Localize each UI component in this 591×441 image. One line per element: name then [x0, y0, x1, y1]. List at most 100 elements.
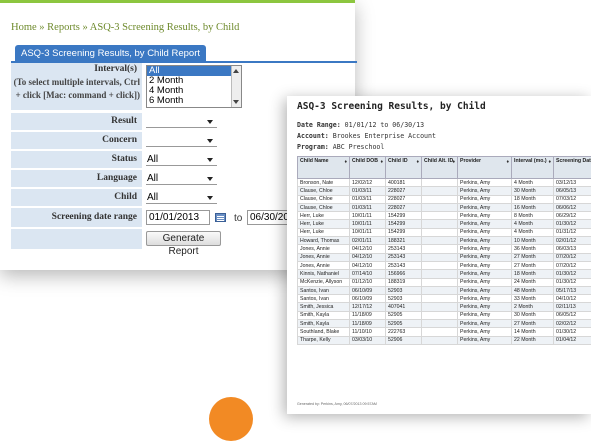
chevron-down-icon [207, 139, 213, 143]
table-cell: Perkins, Amy [458, 278, 512, 286]
table-row: Clause, Chloe01/03/11228027Perkins, Amy1… [298, 195, 591, 203]
column-header[interactable]: Child ID♦ [386, 157, 422, 179]
table-cell: Southland, Blake [298, 328, 350, 336]
table-cell: 2 Month [512, 303, 554, 311]
table-header-row: Child Name♦Child DOB♦Child ID♦Child Alt.… [298, 157, 591, 179]
sort-icon[interactable]: ♦ [452, 159, 455, 165]
table-cell: 27 Month [512, 253, 554, 261]
sort-icon[interactable]: ♦ [416, 159, 419, 165]
table-cell: 36 Month [512, 245, 554, 253]
table-cell: 03/03/10 [350, 336, 386, 344]
column-header[interactable]: Child DOB♦ [350, 157, 386, 179]
table-cell [422, 295, 458, 303]
table-cell: Clause, Chloe [298, 203, 350, 211]
table-cell [422, 278, 458, 286]
scroll-down-icon[interactable] [233, 100, 239, 104]
interval-listbox[interactable]: All 2 Month 4 Month 6 Month [146, 65, 242, 108]
table-cell: 11/18/09 [350, 311, 386, 319]
table-cell [422, 245, 458, 253]
table-cell: 228027 [386, 195, 422, 203]
interval-option[interactable]: 6 Month [147, 96, 241, 106]
column-header[interactable]: Interval (mo.)♦ [512, 157, 554, 179]
table-cell: 24 Month [512, 278, 554, 286]
report-account: Account: Brookes Enterprise Account [297, 132, 436, 140]
table-cell [422, 237, 458, 245]
table-cell: 18 Month [512, 270, 554, 278]
table-cell [422, 203, 458, 211]
account-value: Brookes Enterprise Account [333, 132, 436, 140]
sort-icon[interactable]: ♦ [548, 159, 551, 165]
table-cell: 4 Month [512, 220, 554, 228]
listbox-scrollbar[interactable] [231, 66, 241, 107]
table-cell: Jones, Annie [298, 245, 350, 253]
table-cell [422, 336, 458, 344]
table-cell: 188319 [386, 278, 422, 286]
table-row: Santos, Ivan06/10/0952903Perkins, Amy48 … [298, 286, 591, 294]
table-cell: 01/03/11 [350, 187, 386, 195]
sort-icon[interactable]: ♦ [506, 159, 509, 165]
table-cell: Perkins, Amy [458, 179, 512, 187]
child-select[interactable]: All [146, 191, 217, 204]
table-row: McKenzie, Allyson01/12/10188319Perkins, … [298, 278, 591, 286]
status-select[interactable]: All [146, 153, 217, 166]
table-cell: Perkins, Amy [458, 187, 512, 195]
table-cell [422, 220, 458, 228]
breadcrumb-current: ASQ-3 Screening Results, by Child [90, 22, 240, 33]
report-document: ASQ-3 Screening Results, by Child Date R… [287, 96, 591, 414]
calendar-icon[interactable] [215, 213, 226, 222]
table-row: Herr, Luke10/01/11154299Perkins, Amy4 Mo… [298, 228, 591, 236]
table-cell: 03/12/13 [554, 179, 591, 187]
table-cell: 10/01/11 [350, 220, 386, 228]
table-cell: 18 Month [512, 195, 554, 203]
table-cell: 06/06/12 [554, 203, 591, 211]
report-date-range: Date Range: 01/01/12 to 06/30/13 [297, 121, 424, 129]
column-header-label: Child Alt. ID [424, 158, 453, 164]
column-header-label: Child DOB [352, 158, 378, 164]
table-row: Jones, Annie04/12/10253143Perkins, Amy27… [298, 253, 591, 261]
sort-icon[interactable]: ♦ [380, 159, 383, 165]
chevron-down-icon [207, 196, 213, 200]
table-cell [422, 261, 458, 269]
column-header[interactable]: Child Alt. ID♦ [422, 157, 458, 179]
sort-icon[interactable]: ♦ [344, 159, 347, 165]
table-cell: 48 Month [512, 286, 554, 294]
result-label: Result [11, 113, 142, 130]
column-header[interactable]: Provider ♦ [458, 157, 512, 179]
table-row: Clause, Chloe01/03/11228027Perkins, Amy3… [298, 187, 591, 195]
concern-select[interactable] [146, 134, 217, 147]
table-cell: 30 Month [512, 187, 554, 195]
generate-report-button[interactable]: Generate Report [146, 231, 221, 246]
breadcrumb-home-link[interactable]: Home [11, 22, 37, 33]
status-label: Status [11, 151, 142, 168]
chevron-down-icon [207, 177, 213, 181]
table-cell: 11/18/09 [350, 320, 386, 328]
scroll-up-icon[interactable] [233, 69, 239, 73]
interval-help-text: (To select multiple intervals, Ctrl + cl… [13, 76, 140, 102]
table-cell: Santos, Ivan [298, 286, 350, 294]
table-cell: 22 Month [512, 336, 554, 344]
date-from-input[interactable]: 01/01/2013 [146, 210, 210, 225]
table-cell: 06/10/09 [350, 295, 386, 303]
breadcrumb: Home » Reports » ASQ-3 Screening Results… [11, 22, 239, 33]
date-range-label: Screening date range [11, 208, 142, 227]
result-select[interactable] [146, 115, 217, 128]
table-cell [422, 228, 458, 236]
table-cell: 07/03/12 [554, 195, 591, 203]
table-cell: Herr, Luke [298, 212, 350, 220]
table-cell: Jones, Annie [298, 261, 350, 269]
table-body: Bronson, Nate12/02/12400181Perkins, Amy4… [298, 179, 591, 345]
date-to-label: to [234, 213, 242, 224]
breadcrumb-reports-link[interactable]: Reports [47, 22, 80, 33]
column-header[interactable]: Screening Date♦ [554, 157, 591, 179]
results-table: Child Name♦Child DOB♦Child ID♦Child Alt.… [297, 156, 591, 345]
table-row: Santos, Ivan06/10/0952903Perkins, Amy33 … [298, 295, 591, 303]
table-cell [422, 253, 458, 261]
tab-asq3-results-report[interactable]: ASQ-3 Screening Results, by Child Report [15, 45, 206, 63]
table-cell: 01/30/12 [554, 270, 591, 278]
table-cell [422, 179, 458, 187]
generate-label-cell [11, 229, 142, 249]
language-select[interactable]: All [146, 172, 217, 185]
column-header-label: Provider [460, 158, 481, 164]
column-header[interactable]: Child Name♦ [298, 157, 350, 179]
table-cell: Jones, Annie [298, 253, 350, 261]
